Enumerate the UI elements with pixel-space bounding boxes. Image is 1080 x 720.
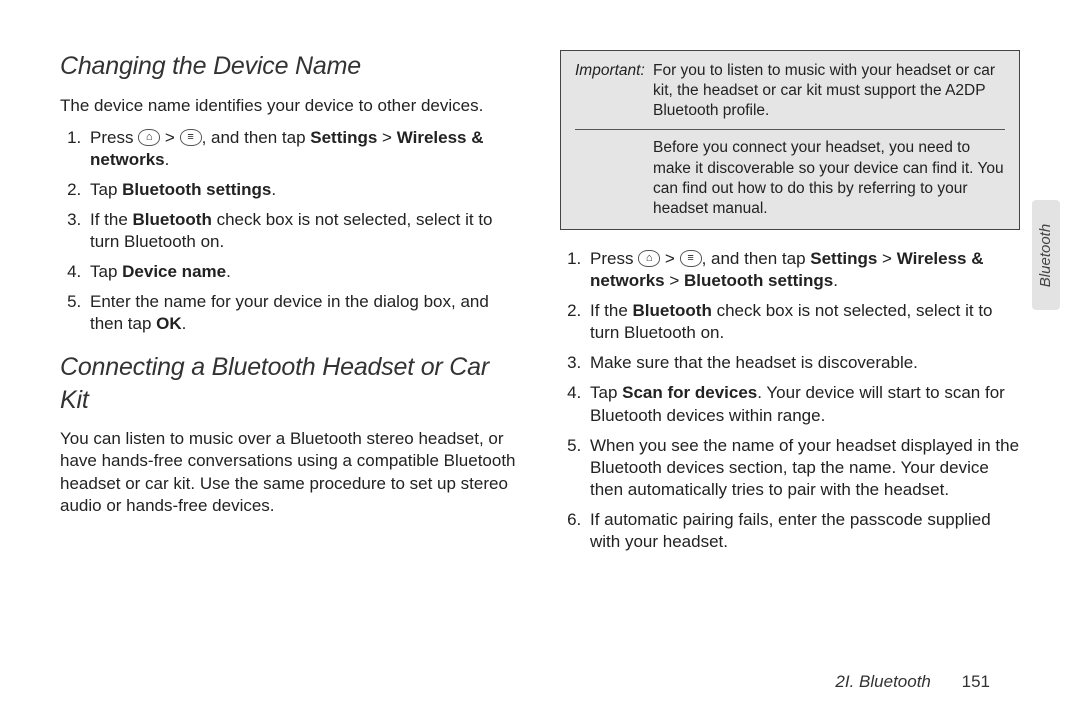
step-1: Press > , and then tap Settings > Wirele… bbox=[86, 127, 520, 171]
section-tab-label: Bluetooth bbox=[1038, 223, 1055, 286]
box-divider bbox=[575, 129, 1005, 130]
important-label: Important: bbox=[575, 61, 647, 121]
step-2: Tap Bluetooth settings. bbox=[86, 179, 520, 201]
right-column: Important: For you to listen to music wi… bbox=[560, 50, 1020, 569]
connecting-intro: You can listen to music over a Bluetooth… bbox=[60, 428, 520, 516]
step-3: If the Bluetooth check box is not select… bbox=[86, 209, 520, 253]
rstep-1: Press > , and then tap Settings > Wirele… bbox=[586, 248, 1020, 292]
step-5: Enter the name for your device in the di… bbox=[86, 291, 520, 335]
footer-section: 2I. Bluetooth bbox=[835, 672, 930, 691]
section-tab: Bluetooth bbox=[1032, 200, 1060, 310]
home-key-icon bbox=[638, 250, 660, 267]
two-column-layout: Changing the Device Name The device name… bbox=[60, 50, 1020, 569]
important-text-1: For you to listen to music with your hea… bbox=[653, 61, 1005, 121]
menu-key-icon bbox=[680, 250, 702, 267]
page-footer: 2I. Bluetooth 151 bbox=[835, 672, 990, 692]
menu-key-icon bbox=[180, 129, 202, 146]
important-row: Important: For you to listen to music wi… bbox=[575, 61, 1005, 121]
rstep-5: When you see the name of your headset di… bbox=[586, 435, 1020, 501]
steps-change-name: Press > , and then tap Settings > Wirele… bbox=[60, 127, 520, 336]
manual-page: Changing the Device Name The device name… bbox=[0, 0, 1080, 720]
heading-connecting-headset: Connecting a Bluetooth Headset or Car Ki… bbox=[60, 351, 520, 416]
rstep-3: Make sure that the headset is discoverab… bbox=[586, 352, 1020, 374]
home-key-icon bbox=[138, 129, 160, 146]
rstep-6: If automatic pairing fails, enter the pa… bbox=[586, 509, 1020, 553]
steps-connect-headset: Press > , and then tap Settings > Wirele… bbox=[560, 248, 1020, 553]
rstep-2: If the Bluetooth check box is not select… bbox=[586, 300, 1020, 344]
left-column: Changing the Device Name The device name… bbox=[60, 50, 520, 569]
intro-paragraph: The device name identifies your device t… bbox=[60, 95, 520, 117]
important-text-2: Before you connect your headset, you nee… bbox=[653, 138, 1005, 219]
heading-change-device-name: Changing the Device Name bbox=[60, 50, 520, 83]
page-number: 151 bbox=[962, 672, 990, 691]
step-4: Tap Device name. bbox=[86, 261, 520, 283]
important-box: Important: For you to listen to music wi… bbox=[560, 50, 1020, 230]
rstep-4: Tap Scan for devices. Your device will s… bbox=[586, 382, 1020, 426]
